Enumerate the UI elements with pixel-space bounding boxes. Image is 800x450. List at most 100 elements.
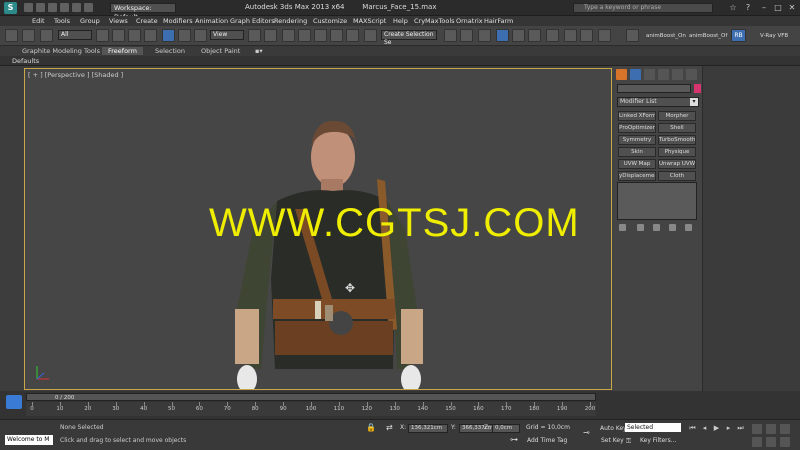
menu-crymaxtools[interactable]: CryMaxTools [414,17,455,25]
animboost-on-button[interactable]: animBoost_On [646,33,686,39]
search-input[interactable]: Type a keyword or phrase [573,3,713,13]
create-tab-icon[interactable] [616,69,627,80]
named-selection-set[interactable]: Create Selection Se [381,30,437,46]
go-to-start-icon[interactable]: ⏮ [688,424,697,432]
modifier-stack-list[interactable] [617,182,697,220]
key-icon[interactable]: ⊸ [583,428,590,437]
modifier-cloth-button[interactable]: Cloth [658,171,696,181]
orbit-icon[interactable] [780,437,790,447]
field-of-view-icon[interactable] [752,437,762,447]
tab-selection[interactable]: Selection [155,47,185,55]
keyboard-shortcut-icon[interactable] [282,29,295,42]
menu-views[interactable]: Views [109,17,128,25]
key-selection-dropdown[interactable]: Selected [625,423,681,432]
redo-icon[interactable] [72,3,81,12]
close-button[interactable]: ✕ [786,2,798,13]
project-folder-icon[interactable] [84,3,93,12]
previous-frame-icon[interactable]: ◂ [700,424,709,432]
modifier-physique-button[interactable]: Physique [658,147,696,157]
script-icon[interactable] [626,29,639,42]
modifier-list-dropdown[interactable]: Modifier List ▾ [617,97,699,107]
select-by-name-icon[interactable] [112,29,125,42]
tab-object-paint[interactable]: Object Paint [201,47,240,55]
rendered-frame-icon[interactable] [580,29,593,42]
chevron-down-icon[interactable]: ▾ [690,98,698,106]
hierarchy-tab-icon[interactable] [644,69,655,80]
new-file-icon[interactable] [24,3,33,12]
menu-modifiers[interactable]: Modifiers [163,17,193,25]
track-bar[interactable]: 0 10 20 30 40 50 60 70 80 90 100 110 120 130 140 150 160… [26,402,596,416]
ribbon-options-icon[interactable]: ▪▾ [255,47,263,55]
modifier-displacement-button[interactable]: yDisplacement [618,171,656,181]
menu-customize[interactable]: Customize [313,17,347,25]
motion-tab-icon[interactable] [658,69,669,80]
modify-tab-icon[interactable] [630,69,641,80]
z-coordinate-field[interactable]: 0,0cm [492,424,520,433]
undo-icon[interactable] [60,3,69,12]
menu-graph-editors[interactable]: Graph Editors [230,17,275,25]
select-move-icon[interactable] [162,29,175,42]
menu-create[interactable]: Create [136,17,158,25]
modifier-uvw-map-button[interactable]: UVW Map [618,159,656,169]
mirror-icon[interactable] [444,29,457,42]
help-icon[interactable]: ? [742,2,754,13]
workspace-selector[interactable]: Workspace: Default [110,3,176,21]
perspective-viewport[interactable]: [ + ] [Perspective ] [Shaded ] WWW.CGTSJ… [24,68,612,390]
absolute-mode-icon[interactable]: ⇄ [386,423,393,432]
tab-graphite-modeling-tools[interactable]: Graphite Modeling Tools [22,47,100,55]
material-editor-icon[interactable] [546,29,559,42]
modifier-skin-button[interactable]: Skin [618,147,656,157]
time-slider[interactable]: 0 / 200 [26,393,596,401]
utilities-tab-icon[interactable] [686,69,697,80]
display-tab-icon[interactable] [672,69,683,80]
lock-selection-icon[interactable]: 🔒 [366,423,376,432]
rb-button[interactable]: RB [731,29,746,42]
key-filters-button[interactable]: Key Filters... [640,436,684,446]
x-coordinate-field[interactable]: 136,321cm [408,424,448,433]
show-end-result-icon[interactable] [637,224,644,231]
zoom-extents-icon[interactable] [780,424,790,434]
schematic-view-icon[interactable] [528,29,541,42]
open-file-icon[interactable] [36,3,45,12]
time-tag-icon[interactable]: ⊶ [510,435,518,444]
modifier-linked-xform-button[interactable]: Linked XForm [618,111,656,121]
snap-toggle-icon[interactable] [298,29,311,42]
maxscript-listener-icon[interactable] [6,395,22,409]
defaults-label[interactable]: Defaults [12,57,39,65]
render-setup-icon[interactable] [564,29,577,42]
pan-view-icon[interactable] [766,437,776,447]
spinner-snap-icon[interactable] [346,29,359,42]
angle-snap-icon[interactable] [314,29,327,42]
set-key-icon[interactable]: ⚿ [624,437,633,445]
tab-freeform[interactable]: Freeform [102,47,143,55]
undo-button[interactable] [5,29,18,42]
link-icon[interactable] [40,29,53,42]
modifier-unwrap-uvw-button[interactable]: Unwrap UVW [658,159,696,169]
menu-help[interactable]: Help [393,17,408,25]
menu-maxscript[interactable]: MAXScript [353,17,386,25]
pivot-center-icon[interactable] [248,29,261,42]
menu-ornatrix[interactable]: Ornatrix [456,17,483,25]
next-frame-icon[interactable]: ▸ [724,424,733,432]
percent-snap-icon[interactable] [330,29,343,42]
layer-manager-icon[interactable] [478,29,491,42]
make-unique-icon[interactable] [653,224,660,231]
add-time-tag-button[interactable]: Add Time Tag [527,437,567,444]
select-rotate-icon[interactable] [178,29,191,42]
set-key-button[interactable]: Set Key [601,437,624,444]
pin-stack-icon[interactable] [619,224,626,231]
save-file-icon[interactable] [48,3,57,12]
maxscript-mini-listener[interactable]: Welcome to M [5,435,53,445]
select-object-icon[interactable] [96,29,109,42]
app-logo-icon[interactable]: S [4,2,17,14]
menu-animation[interactable]: Animation [195,17,228,25]
object-color-swatch[interactable] [694,84,701,93]
menu-hairfarm[interactable]: HairFarm [484,17,513,25]
modifier-turbosmooth-button[interactable]: TurboSmooth [658,135,696,145]
redo-button[interactable] [22,29,35,42]
edit-named-selection-icon[interactable] [364,29,377,42]
auto-key-button[interactable]: Auto Key [600,425,627,432]
vray-vfb-button[interactable]: V-Ray VFB [760,33,788,39]
remove-modifier-icon[interactable] [669,224,676,231]
modifier-symmetry-button[interactable]: Symmetry [618,135,656,145]
